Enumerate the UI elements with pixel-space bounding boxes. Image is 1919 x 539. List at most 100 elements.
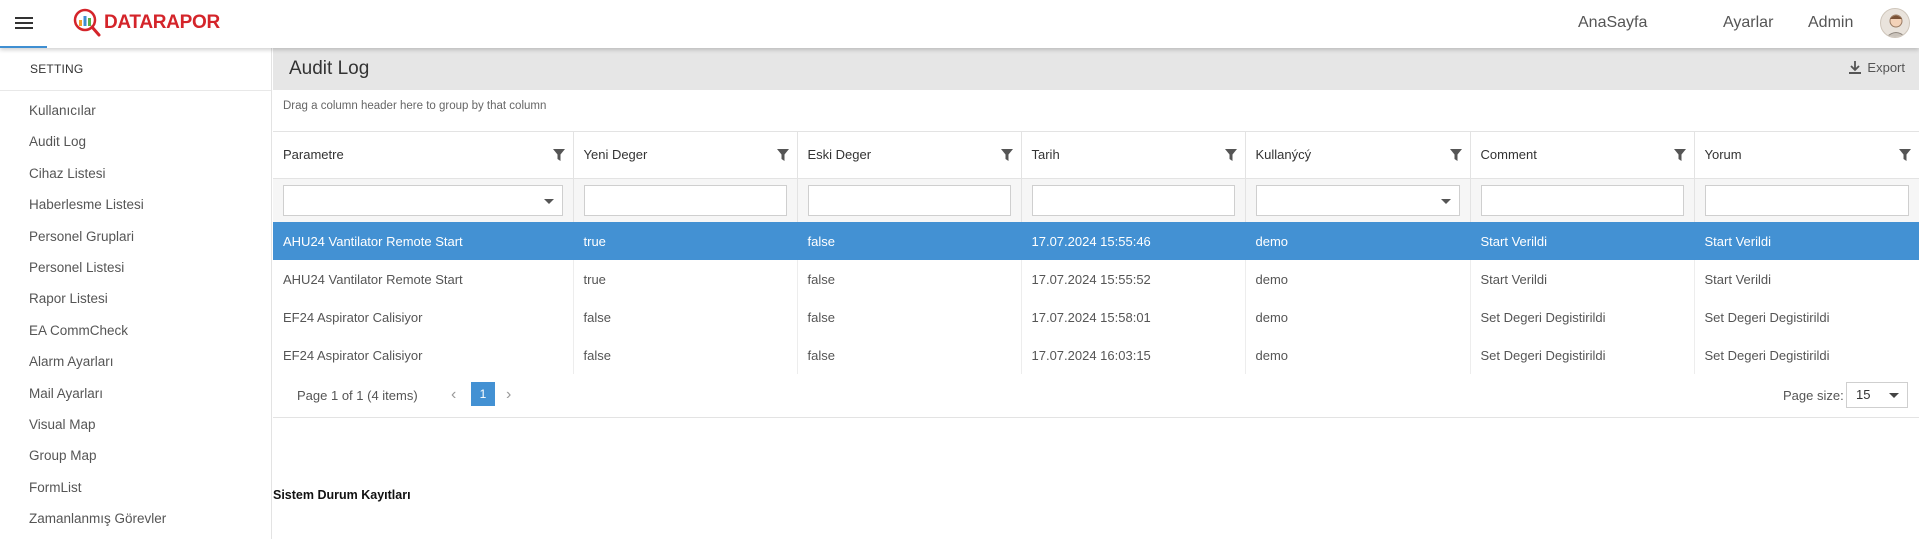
hamburger-icon-line bbox=[14, 17, 33, 19]
cell-parametre: AHU24 Vantilator Remote Start bbox=[273, 222, 574, 260]
eski-deger-filter-input[interactable] bbox=[807, 184, 1011, 216]
cell-yeni-deger: false bbox=[573, 336, 798, 374]
filter-icon[interactable] bbox=[1899, 149, 1911, 161]
sidebar-item-report-list[interactable]: Rapor Listesi bbox=[0, 283, 271, 314]
cell-yorum: Start Verildi bbox=[1694, 222, 1919, 260]
cell-parametre: AHU24 Vantilator Remote Start bbox=[273, 260, 574, 298]
filter-icon[interactable] bbox=[1449, 149, 1462, 161]
sidebar-item-scheduled-tasks[interactable]: Zamanlanmış Görevler bbox=[0, 503, 271, 534]
sidebar-item-ea-commcheck[interactable]: EA CommCheck bbox=[0, 315, 271, 346]
filter-icon[interactable] bbox=[1673, 149, 1686, 161]
pager: Page 1 of 1 (4 items) ‹ 1 › Page size: 1… bbox=[273, 374, 1919, 418]
cell-kullanici: demo bbox=[1245, 336, 1471, 374]
tarih-filter-input[interactable] bbox=[1031, 184, 1235, 216]
cell-yorum: Set Degeri Degistirildi bbox=[1694, 336, 1919, 374]
column-header-tarih[interactable]: Tarih bbox=[1021, 132, 1246, 179]
cell-yorum: Set Degeri Degistirildi bbox=[1694, 298, 1919, 336]
export-button[interactable]: Export bbox=[1848, 60, 1905, 75]
cell-comment: Set Degeri Degistirildi bbox=[1470, 298, 1695, 336]
column-header-comment[interactable]: Comment bbox=[1470, 132, 1695, 179]
sidebar-item-visual-map[interactable]: Visual Map bbox=[0, 409, 271, 440]
logo[interactable]: DATARAPOR bbox=[72, 6, 220, 40]
header-row: Parametre Yeni Deger Eski Deger Tarih Ku… bbox=[273, 132, 1919, 179]
cell-comment: Start Verildi bbox=[1470, 222, 1695, 260]
audit-log-grid: Parametre Yeni Deger Eski Deger Tarih Ku… bbox=[273, 132, 1919, 374]
cell-eski-deger: false bbox=[797, 222, 1022, 260]
cell-parametre: EF24 Aspirator Calisiyor bbox=[273, 298, 574, 336]
cell-tarih: 17.07.2024 15:55:52 bbox=[1021, 260, 1246, 298]
cell-yeni-deger: true bbox=[573, 222, 798, 260]
cell-kullanici: demo bbox=[1245, 260, 1471, 298]
export-label: Export bbox=[1867, 60, 1905, 75]
sidebar-item-device-list[interactable]: Cihaz Listesi bbox=[0, 158, 271, 189]
parametre-filter-select[interactable] bbox=[283, 184, 563, 216]
pager-page-button[interactable]: 1 bbox=[471, 382, 495, 406]
page-size-label: Page size: bbox=[1783, 388, 1844, 403]
column-header-yorum[interactable]: Yorum bbox=[1694, 132, 1919, 179]
sidebar-item-personnel-groups[interactable]: Personel Gruplari bbox=[0, 221, 271, 252]
table-row[interactable]: AHU24 Vantilator Remote Start true false… bbox=[273, 222, 1919, 260]
nav-admin-link[interactable]: Admin bbox=[1808, 14, 1853, 32]
column-header-parametre[interactable]: Parametre bbox=[273, 132, 574, 179]
cell-yorum: Start Verildi bbox=[1694, 260, 1919, 298]
filter-icon[interactable] bbox=[776, 149, 789, 161]
sidebar-menu: Kullanıcılar Audit Log Cihaz Listesi Hab… bbox=[0, 91, 271, 534]
column-header-eski-deger[interactable]: Eski Deger bbox=[797, 132, 1022, 179]
sidebar-item-formlist[interactable]: FormList bbox=[0, 472, 271, 503]
chevron-right-icon[interactable]: › bbox=[506, 386, 511, 404]
sidebar-item-mail-settings[interactable]: Mail Ayarları bbox=[0, 378, 271, 409]
pager-info: Page 1 of 1 (4 items) bbox=[297, 388, 418, 403]
comment-filter-input[interactable] bbox=[1480, 184, 1684, 216]
nav-settings-link[interactable]: Ayarlar bbox=[1723, 14, 1773, 32]
page-size-select[interactable]: 15 bbox=[1846, 382, 1908, 408]
section-title: Sistem Durum Kayıtları bbox=[273, 488, 411, 502]
main-content: Audit Log Export Drag a column header he… bbox=[273, 48, 1919, 539]
sidebar-item-personnel-list[interactable]: Personel Listesi bbox=[0, 252, 271, 283]
page-title: Audit Log bbox=[289, 58, 370, 79]
filter-icon[interactable] bbox=[1000, 149, 1013, 161]
cell-kullanici: demo bbox=[1245, 222, 1471, 260]
table-row[interactable]: EF24 Aspirator Calisiyor false false 17.… bbox=[273, 336, 1919, 374]
page-size-value: 15 bbox=[1856, 387, 1871, 402]
menu-toggle-button[interactable] bbox=[0, 0, 47, 48]
cell-eski-deger: false bbox=[797, 336, 1022, 374]
cell-parametre: EF24 Aspirator Calisiyor bbox=[273, 336, 574, 374]
column-header-yeni-deger[interactable]: Yeni Deger bbox=[573, 132, 798, 179]
logo-magnifier-icon bbox=[73, 8, 101, 37]
sidebar-item-communication-list[interactable]: Haberlesme Listesi bbox=[0, 189, 271, 220]
sidebar-item-users[interactable]: Kullanıcılar bbox=[0, 95, 271, 126]
panel-header: Audit Log Export bbox=[273, 48, 1919, 90]
sidebar-item-group-map[interactable]: Group Map bbox=[0, 440, 271, 471]
sidebar-item-alarm-settings[interactable]: Alarm Ayarları bbox=[0, 346, 271, 377]
yeni-deger-filter-input[interactable] bbox=[583, 184, 787, 216]
sidebar-item-audit-log[interactable]: Audit Log bbox=[0, 126, 271, 157]
cell-tarih: 17.07.2024 15:58:01 bbox=[1021, 298, 1246, 336]
logo-text: DATARAPOR bbox=[104, 12, 220, 33]
nav-home-link[interactable]: AnaSayfa bbox=[1578, 14, 1647, 32]
column-header-kullanici[interactable]: Kullanýcý bbox=[1245, 132, 1471, 179]
filter-icon[interactable] bbox=[1224, 149, 1237, 161]
user-avatar-icon bbox=[1886, 14, 1906, 37]
filter-row bbox=[273, 178, 1919, 222]
kullanici-filter-select[interactable] bbox=[1255, 184, 1460, 216]
cell-comment: Start Verildi bbox=[1470, 260, 1695, 298]
sidebar-title: SETTING bbox=[0, 48, 271, 91]
sidebar: SETTING Kullanıcılar Audit Log Cihaz Lis… bbox=[0, 48, 272, 539]
yorum-filter-input[interactable] bbox=[1704, 184, 1909, 216]
cell-yeni-deger: false bbox=[573, 298, 798, 336]
cell-eski-deger: false bbox=[797, 298, 1022, 336]
cell-comment: Set Degeri Degistirildi bbox=[1470, 336, 1695, 374]
cell-kullanici: demo bbox=[1245, 298, 1471, 336]
cell-yeni-deger: true bbox=[573, 260, 798, 298]
download-icon bbox=[1849, 61, 1862, 74]
cell-eski-deger: false bbox=[797, 260, 1022, 298]
filter-icon[interactable] bbox=[552, 149, 565, 161]
table-row[interactable]: AHU24 Vantilator Remote Start true false… bbox=[273, 260, 1919, 298]
group-panel[interactable]: Drag a column header here to group by th… bbox=[273, 90, 1919, 132]
hamburger-icon-line bbox=[14, 22, 33, 24]
table-row[interactable]: EF24 Aspirator Calisiyor false false 17.… bbox=[273, 298, 1919, 336]
chevron-left-icon[interactable]: ‹ bbox=[451, 386, 456, 404]
hamburger-icon-line bbox=[14, 27, 33, 29]
cell-tarih: 17.07.2024 15:55:46 bbox=[1021, 222, 1246, 260]
avatar[interactable] bbox=[1880, 8, 1910, 38]
